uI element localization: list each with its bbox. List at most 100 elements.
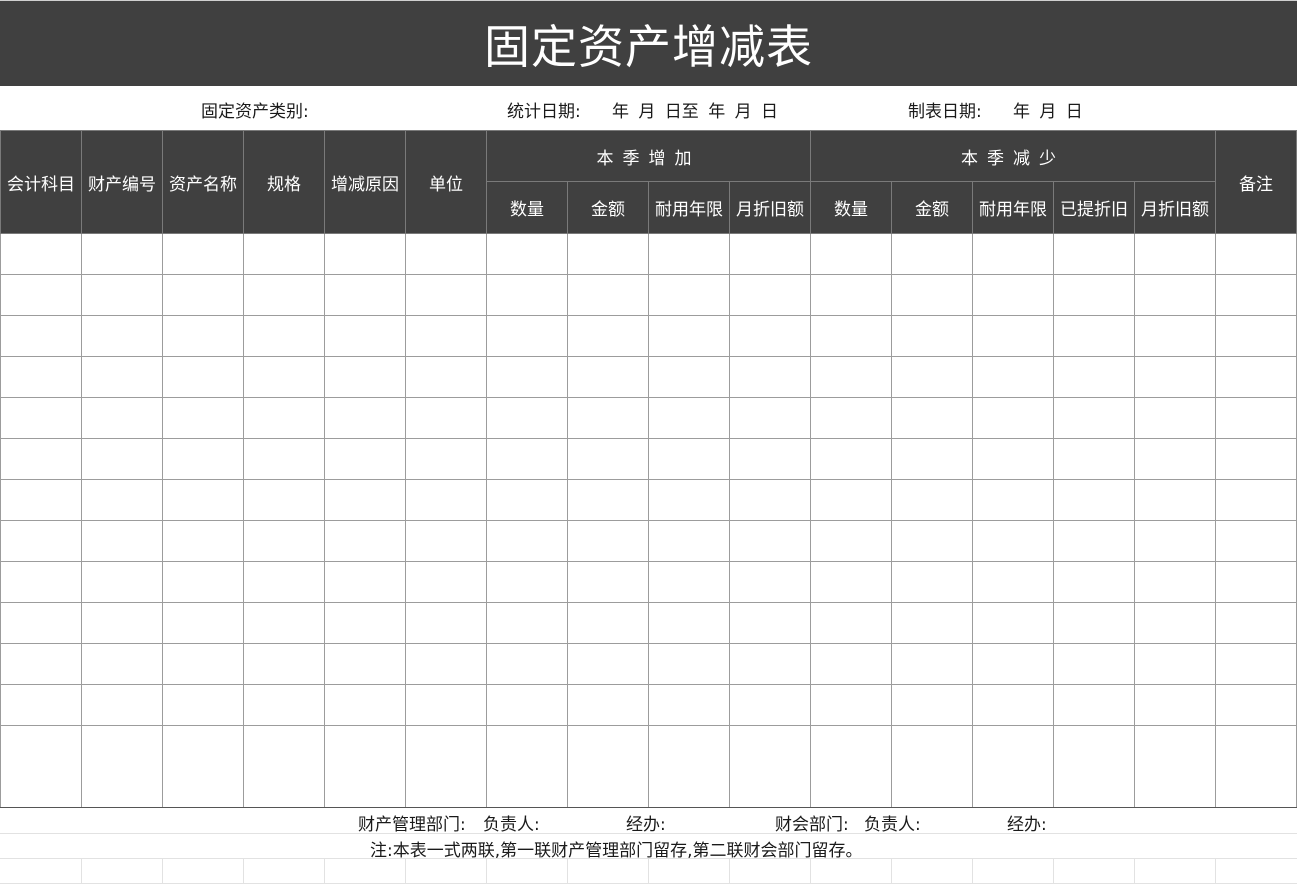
table-cell[interactable]	[567, 602, 649, 644]
table-cell[interactable]	[810, 725, 892, 808]
table-cell[interactable]	[81, 561, 163, 603]
table-cell[interactable]	[81, 684, 163, 726]
table-cell[interactable]	[972, 274, 1054, 316]
table-cell[interactable]	[567, 233, 649, 275]
table-cell[interactable]	[81, 725, 163, 808]
table-cell[interactable]	[1134, 233, 1216, 275]
table-cell[interactable]	[1215, 315, 1297, 357]
table-cell[interactable]	[1215, 520, 1297, 562]
table-cell[interactable]	[810, 561, 892, 603]
table-cell[interactable]	[567, 397, 649, 439]
table-cell[interactable]	[1134, 274, 1216, 316]
table-cell[interactable]	[243, 684, 325, 726]
table-cell[interactable]	[1053, 520, 1135, 562]
table-cell[interactable]	[81, 397, 163, 439]
table-cell[interactable]	[972, 479, 1054, 521]
table-cell[interactable]	[243, 725, 325, 808]
table-cell[interactable]	[810, 233, 892, 275]
table-cell[interactable]	[891, 315, 973, 357]
table-cell[interactable]	[567, 356, 649, 398]
table-cell[interactable]	[1053, 561, 1135, 603]
table-cell[interactable]	[1053, 315, 1135, 357]
table-cell[interactable]	[1215, 479, 1297, 521]
table-cell[interactable]	[162, 315, 244, 357]
table-cell[interactable]	[162, 233, 244, 275]
table-cell[interactable]	[1215, 561, 1297, 603]
table-cell[interactable]	[0, 602, 82, 644]
table-cell[interactable]	[324, 356, 406, 398]
table-cell[interactable]	[648, 438, 730, 480]
table-cell[interactable]	[81, 233, 163, 275]
table-cell[interactable]	[0, 479, 82, 521]
table-cell[interactable]	[486, 438, 568, 480]
table-cell[interactable]	[729, 520, 811, 562]
table-cell[interactable]	[1215, 684, 1297, 726]
table-cell[interactable]	[567, 479, 649, 521]
table-cell[interactable]	[729, 315, 811, 357]
table-cell[interactable]	[486, 725, 568, 808]
table-cell[interactable]	[486, 602, 568, 644]
table-cell[interactable]	[567, 725, 649, 808]
table-cell[interactable]	[1053, 438, 1135, 480]
table-cell[interactable]	[972, 684, 1054, 726]
table-cell[interactable]	[891, 274, 973, 316]
table-cell[interactable]	[405, 233, 487, 275]
table-cell[interactable]	[243, 561, 325, 603]
table-cell[interactable]	[810, 520, 892, 562]
table-cell[interactable]	[648, 684, 730, 726]
table-cell[interactable]	[324, 397, 406, 439]
table-cell[interactable]	[810, 684, 892, 726]
table-cell[interactable]	[324, 274, 406, 316]
table-cell[interactable]	[729, 233, 811, 275]
table-cell[interactable]	[648, 479, 730, 521]
table-cell[interactable]	[810, 643, 892, 685]
table-cell[interactable]	[405, 315, 487, 357]
table-cell[interactable]	[243, 438, 325, 480]
table-cell[interactable]	[972, 397, 1054, 439]
table-cell[interactable]	[891, 479, 973, 521]
table-cell[interactable]	[324, 520, 406, 562]
table-cell[interactable]	[1215, 274, 1297, 316]
table-cell[interactable]	[324, 479, 406, 521]
table-cell[interactable]	[243, 643, 325, 685]
table-cell[interactable]	[1134, 725, 1216, 808]
table-cell[interactable]	[405, 602, 487, 644]
table-cell[interactable]	[405, 684, 487, 726]
table-cell[interactable]	[81, 479, 163, 521]
table-cell[interactable]	[1134, 438, 1216, 480]
table-cell[interactable]	[891, 561, 973, 603]
table-cell[interactable]	[0, 520, 82, 562]
table-cell[interactable]	[1134, 520, 1216, 562]
table-cell[interactable]	[1053, 602, 1135, 644]
table-cell[interactable]	[891, 602, 973, 644]
table-cell[interactable]	[486, 684, 568, 726]
table-cell[interactable]	[0, 233, 82, 275]
table-cell[interactable]	[1053, 684, 1135, 726]
table-cell[interactable]	[324, 725, 406, 808]
table-cell[interactable]	[1053, 274, 1135, 316]
table-cell[interactable]	[810, 274, 892, 316]
table-cell[interactable]	[0, 643, 82, 685]
table-cell[interactable]	[1134, 315, 1216, 357]
table-cell[interactable]	[648, 561, 730, 603]
table-cell[interactable]	[648, 725, 730, 808]
table-cell[interactable]	[729, 438, 811, 480]
table-cell[interactable]	[405, 643, 487, 685]
table-cell[interactable]	[1134, 643, 1216, 685]
table-cell[interactable]	[486, 561, 568, 603]
table-cell[interactable]	[81, 274, 163, 316]
table-cell[interactable]	[81, 315, 163, 357]
table-cell[interactable]	[324, 315, 406, 357]
table-cell[interactable]	[1053, 397, 1135, 439]
table-cell[interactable]	[891, 397, 973, 439]
table-cell[interactable]	[1134, 602, 1216, 644]
table-cell[interactable]	[0, 438, 82, 480]
table-cell[interactable]	[324, 561, 406, 603]
table-cell[interactable]	[810, 397, 892, 439]
table-cell[interactable]	[81, 356, 163, 398]
table-cell[interactable]	[243, 520, 325, 562]
table-cell[interactable]	[972, 643, 1054, 685]
table-cell[interactable]	[972, 315, 1054, 357]
table-cell[interactable]	[648, 356, 730, 398]
table-cell[interactable]	[405, 397, 487, 439]
